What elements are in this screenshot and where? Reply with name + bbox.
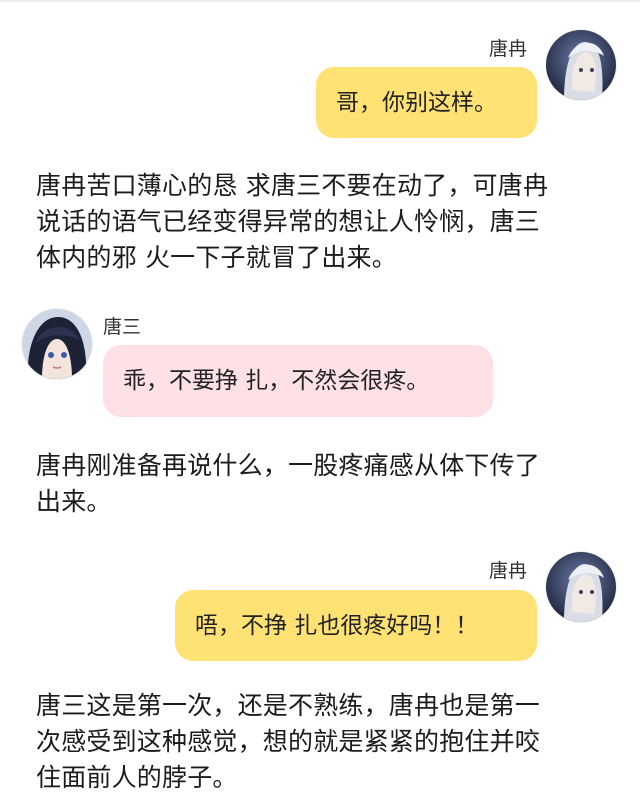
message-2-sender-name: 唐三 bbox=[103, 316, 142, 338]
narration-line: 唐三这是第一次，还是不熟练，唐冉也是第一 bbox=[36, 691, 541, 720]
narration-3: 唐三这是第一次，还是不熟练，唐冉也是第一 次感受到这种感觉，想的就是紧紧的抱住并… bbox=[36, 688, 611, 796]
narration-line: 住面前人的脖子。 bbox=[36, 763, 238, 792]
top-divider bbox=[0, 0, 640, 2]
narration-line: 唐冉苦口薄心的恳 求唐三不要在动了，可唐冉 bbox=[36, 171, 549, 200]
message-2-bubble[interactable]: 乖，不要挣 扎，不然会很疼。 bbox=[103, 345, 493, 417]
narration-line: 说话的语气已经变得异常的想让人怜悯，唐三 bbox=[36, 207, 541, 236]
narration-line: 出来。 bbox=[36, 487, 112, 516]
narration-2: 唐冉刚准备再说什么，一股疼痛感从体下传了 出来。 bbox=[36, 448, 611, 520]
avatar-tangran-icon[interactable] bbox=[546, 552, 616, 622]
message-3-sender-name: 唐冉 bbox=[489, 560, 528, 582]
message-2-text: 乖，不要挣 扎，不然会很疼。 bbox=[123, 368, 430, 394]
narration-line: 体内的邪 火一下子就冒了出来。 bbox=[36, 243, 397, 272]
message-3-bubble[interactable]: 唔，不挣 扎也很疼好吗！！ bbox=[175, 590, 537, 661]
avatar-tangran-icon[interactable] bbox=[546, 30, 616, 100]
message-3-text: 唔，不挣 扎也很疼好吗！！ bbox=[195, 612, 479, 639]
narration-1: 唐冉苦口薄心的恳 求唐三不要在动了，可唐冉 说话的语气已经变得异常的想让人怜悯，… bbox=[36, 168, 611, 276]
message-1-text: 哥，你别这样。 bbox=[336, 89, 497, 116]
narration-line: 唐冉刚准备再说什么，一股疼痛感从体下传了 bbox=[36, 451, 541, 480]
chat-story-page: 唐冉 哥，你别这样。 唐冉苦口薄心的恳 求唐三不要在动了，可唐冉 说话的语气已经… bbox=[0, 0, 640, 798]
message-1-bubble[interactable]: 哥，你别这样。 bbox=[316, 67, 537, 138]
message-1-sender-name: 唐冉 bbox=[489, 38, 528, 60]
avatar-tangsan-icon[interactable] bbox=[22, 309, 92, 379]
narration-line: 次感受到这种感觉，想的就是紧紧的抱住并咬 bbox=[36, 727, 541, 756]
